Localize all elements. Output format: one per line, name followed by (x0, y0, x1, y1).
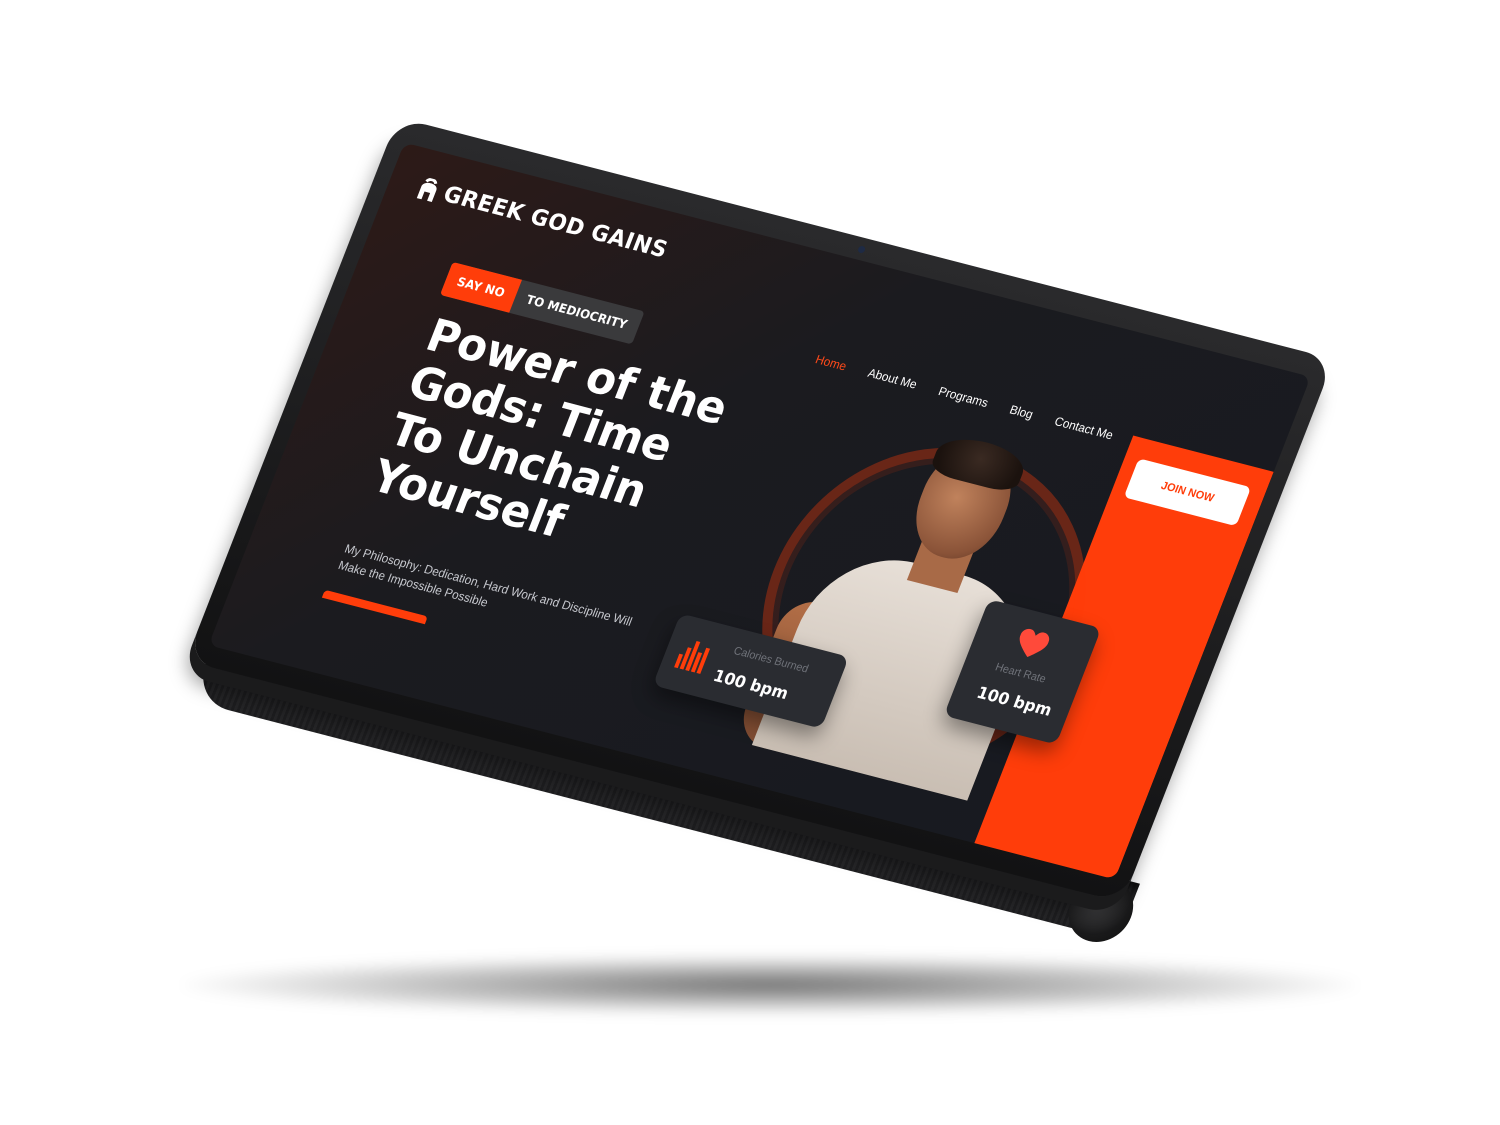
floor-shadow (180, 955, 1360, 1015)
calories-value: 100 bpm (710, 665, 792, 704)
hero-headline: Power of the Gods: Time To Unchain Yours… (364, 309, 736, 549)
helmet-icon (413, 176, 443, 205)
heart-rate-value: 100 bpm (974, 682, 1055, 720)
site-logo[interactable]: GREEK GOD GAINS (413, 175, 672, 264)
mockup-stage: GREEK GOD GAINS Home About Me Programs B… (0, 0, 1500, 1125)
badge-highlight: SAY NO (439, 261, 522, 313)
badge-text: TO MEDIOCRITY (524, 292, 630, 332)
camera-icon (856, 245, 867, 254)
logo-text: GREEK GOD GAINS (439, 181, 672, 264)
bar-chart-icon (672, 636, 714, 678)
nav-blog[interactable]: Blog (1008, 402, 1036, 421)
nav-programs[interactable]: Programs (936, 384, 990, 410)
nav-contact-me[interactable]: Contact Me (1053, 414, 1116, 442)
nav-home[interactable]: Home (813, 352, 848, 373)
nav-about-me[interactable]: About Me (866, 366, 919, 392)
website-screen: GREEK GOD GAINS Home About Me Programs B… (208, 142, 1311, 880)
main-nav: Home About Me Programs Blog Contact Me (813, 352, 1115, 442)
tablet-device: GREEK GOD GAINS Home About Me Programs B… (185, 117, 1335, 949)
calories-label: Calories Burned (731, 644, 811, 676)
tablet-body: GREEK GOD GAINS Home About Me Programs B… (185, 117, 1335, 903)
heart-icon (1011, 627, 1051, 665)
hero-cta-button[interactable] (321, 589, 428, 625)
